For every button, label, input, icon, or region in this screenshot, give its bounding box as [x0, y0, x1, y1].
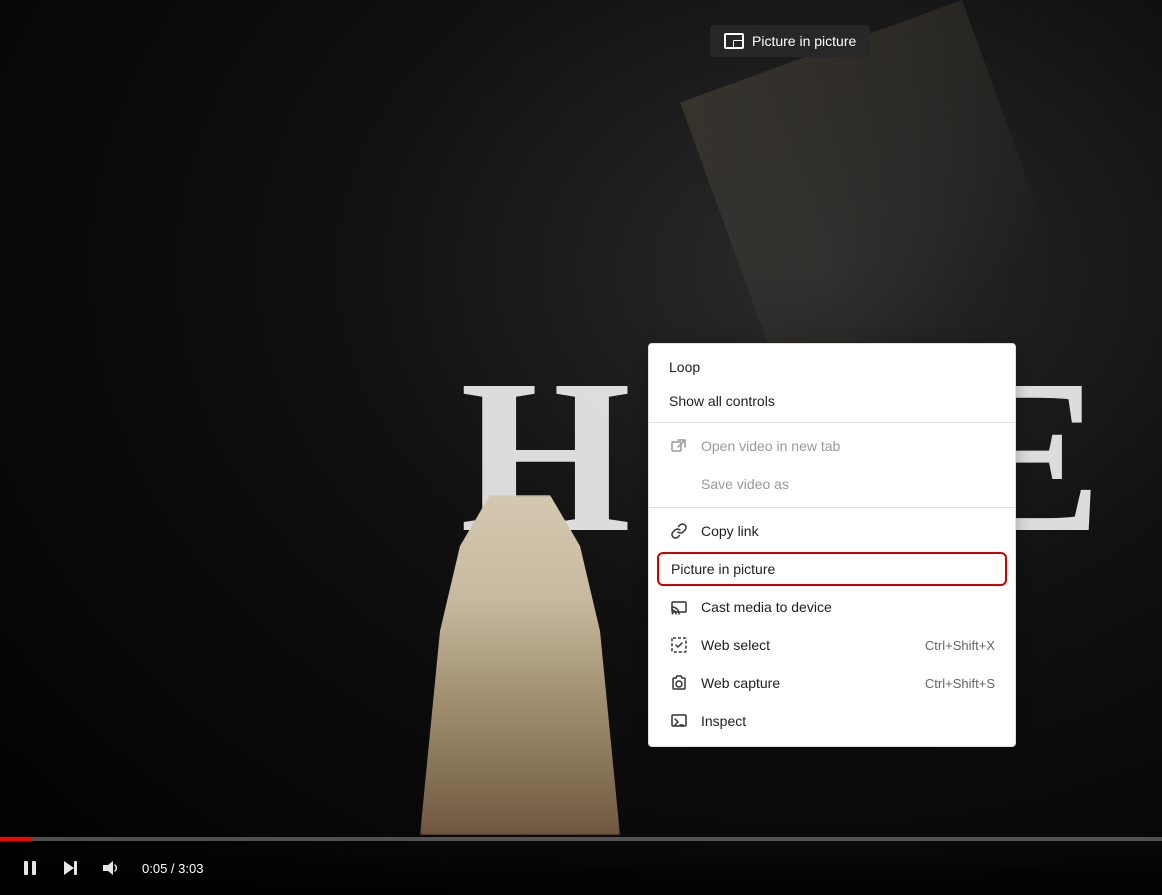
web-select-shortcut: Ctrl+Shift+X — [925, 638, 995, 653]
separator-2 — [649, 507, 1015, 508]
separator-1 — [649, 422, 1015, 423]
menu-item-web-select[interactable]: Web select Ctrl+Shift+X — [649, 626, 1015, 664]
menu-item-open-new-tab: Open video in new tab — [649, 427, 1015, 465]
menu-item-inspect[interactable]: Inspect — [649, 702, 1015, 740]
inspect-icon — [669, 711, 689, 731]
menu-item-show-controls[interactable]: Show all controls — [649, 384, 1015, 418]
menu-item-save-video-label: Save video as — [701, 476, 789, 492]
play-pause-button[interactable] — [16, 854, 44, 882]
menu-item-cast-label: Cast media to device — [701, 599, 832, 615]
menu-item-web-select-label: Web select — [701, 637, 770, 653]
video-player: H E Picture in picture Loop Show all con… — [0, 0, 1162, 895]
menu-item-copy-link[interactable]: Copy link — [649, 512, 1015, 550]
menu-item-loop-label: Loop — [669, 359, 700, 375]
menu-item-pip-label: Picture in picture — [671, 561, 775, 577]
controls-bar: 0:05 / 3:03 — [0, 841, 1162, 895]
menu-item-web-capture-label: Web capture — [701, 675, 780, 691]
menu-item-cast[interactable]: Cast media to device — [649, 588, 1015, 626]
pip-tooltip-label: Picture in picture — [752, 33, 856, 49]
save-placeholder-icon — [669, 474, 689, 494]
menu-item-show-controls-label: Show all controls — [669, 393, 775, 409]
web-capture-icon — [669, 673, 689, 693]
cast-icon — [669, 597, 689, 617]
link-icon — [669, 521, 689, 541]
context-menu: Loop Show all controls Open video in new… — [648, 343, 1016, 747]
next-button[interactable] — [56, 854, 84, 882]
external-icon — [669, 436, 689, 456]
menu-item-inspect-label: Inspect — [701, 713, 746, 729]
web-select-icon — [669, 635, 689, 655]
menu-item-pip[interactable]: Picture in picture — [657, 552, 1007, 586]
menu-item-open-new-tab-label: Open video in new tab — [701, 438, 840, 454]
pip-tooltip-icon — [724, 33, 744, 49]
time-display: 0:05 / 3:03 — [142, 861, 203, 876]
menu-item-save-video: Save video as — [649, 465, 1015, 503]
menu-item-copy-link-label: Copy link — [701, 523, 759, 539]
pip-tooltip: Picture in picture — [710, 25, 870, 57]
menu-item-loop[interactable]: Loop — [649, 350, 1015, 384]
web-capture-shortcut: Ctrl+Shift+S — [925, 676, 995, 691]
robed-figure — [420, 495, 620, 835]
volume-button[interactable] — [96, 854, 124, 882]
menu-item-web-capture[interactable]: Web capture Ctrl+Shift+S — [649, 664, 1015, 702]
